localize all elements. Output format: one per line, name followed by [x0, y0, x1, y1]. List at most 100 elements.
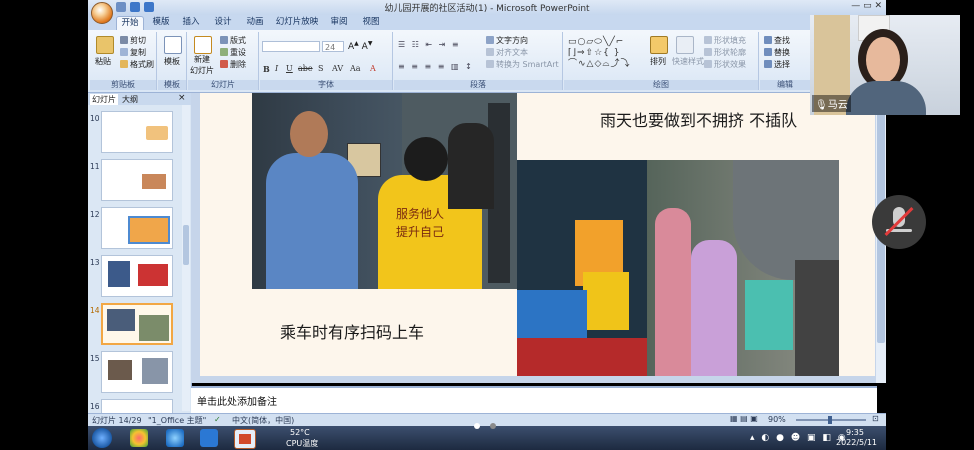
tab-view[interactable]: 视图: [358, 16, 384, 29]
paste-button[interactable]: 粘贴: [95, 56, 111, 67]
man-blue-shirt: [266, 153, 358, 289]
select-button[interactable]: 选择: [764, 59, 790, 70]
tab-review[interactable]: 审阅: [326, 16, 352, 29]
underline-button[interactable]: U: [286, 64, 293, 73]
shape-effects-button[interactable]: 形状效果: [704, 59, 746, 70]
cut-button[interactable]: 剪切: [120, 35, 146, 46]
format-painter-button[interactable]: 格式刷: [120, 59, 154, 70]
view-buttons[interactable]: ▦ ▤ ▣: [730, 414, 758, 423]
zoom-level: 90%: [768, 415, 786, 424]
tab-design[interactable]: 设计: [210, 16, 236, 29]
caption-right: 雨天也要做到不拥挤 不插队: [600, 111, 798, 130]
slide-canvas[interactable]: 服务他人 提升自己 乘车时有序扫码上车 雨天也要做到不拥挤 不插队: [200, 93, 875, 376]
mute-button[interactable]: [872, 195, 926, 249]
close-panel-icon[interactable]: ×: [178, 93, 186, 103]
align-text-button[interactable]: 对齐文本: [486, 47, 528, 58]
slide-number: 13: [90, 258, 100, 267]
tab-animation[interactable]: 动画: [242, 16, 268, 29]
reset-button[interactable]: 重设: [220, 47, 246, 58]
window-controls[interactable]: — ▭ ✕: [851, 1, 882, 11]
font-group: 24 A▲ A▼ B I U abe S AV Aa A 字体: [260, 32, 393, 90]
new-slide-icon: [194, 36, 212, 54]
zoom-slider[interactable]: [796, 416, 866, 424]
find-icon: [764, 36, 772, 44]
spacing-button[interactable]: AV: [332, 64, 343, 73]
slides-group: 新建 幻灯片 版式 重设 删除 幻灯片: [188, 32, 259, 90]
language-indicator: 中文(简体，中国): [232, 416, 295, 425]
cpu-label: CPU温度: [286, 439, 319, 448]
slide-counter: 幻灯片 14/29: [92, 416, 142, 425]
shadow-button[interactable]: S: [318, 64, 323, 73]
bold-button[interactable]: B: [263, 64, 270, 74]
tray-icons[interactable]: ▴ ◐ ● ☻ ▣ ◧ ◉: [750, 433, 848, 443]
slide-thumbnail-14[interactable]: [101, 303, 173, 345]
smartart-icon: [486, 60, 494, 68]
strike-button[interactable]: abe: [298, 64, 313, 73]
browser-icon[interactable]: [166, 429, 184, 447]
font-color-button[interactable]: A: [370, 64, 376, 73]
shape-outline-button[interactable]: 形状轮廓: [704, 47, 746, 58]
template-button[interactable]: 模板: [164, 56, 180, 67]
caption-left: 乘车时有序扫码上车: [280, 323, 425, 342]
tab-home[interactable]: 开始: [116, 16, 144, 30]
app-icon-1[interactable]: [130, 429, 148, 447]
panel-scrollbar[interactable]: [182, 105, 190, 411]
smartart-button[interactable]: 转换为 SmartArt: [486, 59, 559, 70]
case-button[interactable]: Aa: [350, 64, 361, 73]
copy-button[interactable]: 复制: [120, 47, 146, 58]
fit-window-icon[interactable]: ⊡: [872, 414, 879, 423]
font-name-combo[interactable]: [262, 41, 320, 52]
text-direction-icon: [486, 36, 494, 44]
list-buttons[interactable]: ☰ ☷ ⇤ ⇥ ≡: [398, 40, 461, 49]
paragraph-group: ☰ ☷ ⇤ ⇥ ≡ ≡ ≡ ≡ ≡ ▥ ↕ 文字方向 对齐文本 转换为 Smar…: [394, 32, 563, 90]
quick-styles-button[interactable]: 快速样式: [672, 56, 704, 67]
drawing-group-label: 绘图: [564, 80, 758, 90]
shapes-gallery[interactable]: ▭○▱⬭╲╱⌐ ⌈⌋⇒⇧☆{ } ⌒∿△◇⌓⤴⤵: [568, 37, 631, 70]
font-size-combo[interactable]: 24: [322, 41, 344, 52]
clipboard-group: 粘贴 剪切 复制 格式刷 剪贴板: [90, 32, 157, 90]
slide-thumbnail-15[interactable]: [101, 351, 173, 393]
zoom-thumb[interactable]: [828, 416, 832, 424]
slide-thumbnail-10[interactable]: [101, 111, 173, 153]
drawing-group: ▭○▱⬭╲╱⌐ ⌈⌋⇒⇧☆{ } ⌒∿△◇⌓⤴⤵ 排列 快速样式 形状填充 形状轮廓…: [564, 32, 759, 90]
page-dot[interactable]: [490, 423, 496, 429]
select-icon: [764, 60, 772, 68]
cpu-temp: 52°C: [290, 428, 310, 437]
new-slide-label-2[interactable]: 幻灯片: [190, 65, 214, 76]
tab-slideshow[interactable]: 幻灯片放映: [274, 16, 320, 29]
panel-tabs: 幻灯片 大纲 ×: [88, 93, 191, 105]
start-button[interactable]: [92, 428, 112, 448]
meeting-app-icon[interactable]: [200, 429, 218, 447]
tab-insert[interactable]: 插入: [178, 16, 204, 29]
office-button[interactable]: [91, 2, 113, 24]
find-button[interactable]: 查找: [764, 35, 790, 46]
grow-font-button[interactable]: A▲ A▼: [348, 40, 372, 52]
replace-button[interactable]: 替换: [764, 47, 790, 58]
clock-time: 9:35: [846, 428, 864, 437]
align-buttons[interactable]: ≡ ≡ ≡ ≡ ▥ ↕: [398, 62, 474, 71]
new-slide-button[interactable]: 新建: [194, 54, 210, 65]
spellcheck-icon[interactable]: ✓: [214, 415, 221, 424]
tab-slides-panel[interactable]: 幻灯片: [90, 94, 118, 105]
slide-thumbnail-12[interactable]: [101, 207, 173, 249]
page-dot-active[interactable]: [474, 423, 480, 429]
layout-button[interactable]: 版式: [220, 35, 246, 46]
scroll-thumb[interactable]: [183, 225, 189, 265]
fill-icon: [704, 36, 712, 44]
text-direction-button[interactable]: 文字方向: [486, 35, 528, 46]
tab-outline-panel[interactable]: 大纲: [122, 94, 138, 105]
microphone-icon: 🎙: [815, 100, 828, 111]
italic-button[interactable]: I: [275, 64, 278, 73]
arrange-button[interactable]: 排列: [650, 56, 666, 67]
notes-pane[interactable]: 单击此处添加备注: [191, 386, 877, 415]
participant-video: 🎙马云: [810, 15, 960, 115]
shape-fill-button[interactable]: 形状填充: [704, 35, 746, 46]
tab-template[interactable]: 模版: [148, 16, 174, 29]
delete-button[interactable]: 删除: [220, 59, 246, 70]
ribbon: 粘贴 剪切 复制 格式刷 剪贴板 模板 模板 新建 幻灯片 版式 重设 删除 幻…: [88, 30, 886, 93]
participant-name-tag: 🎙马云: [812, 95, 851, 112]
powerpoint-taskbar-icon[interactable]: [234, 429, 256, 449]
slide-number: 15: [90, 354, 100, 363]
slide-thumbnail-11[interactable]: [101, 159, 173, 201]
slide-thumbnail-13[interactable]: [101, 255, 173, 297]
